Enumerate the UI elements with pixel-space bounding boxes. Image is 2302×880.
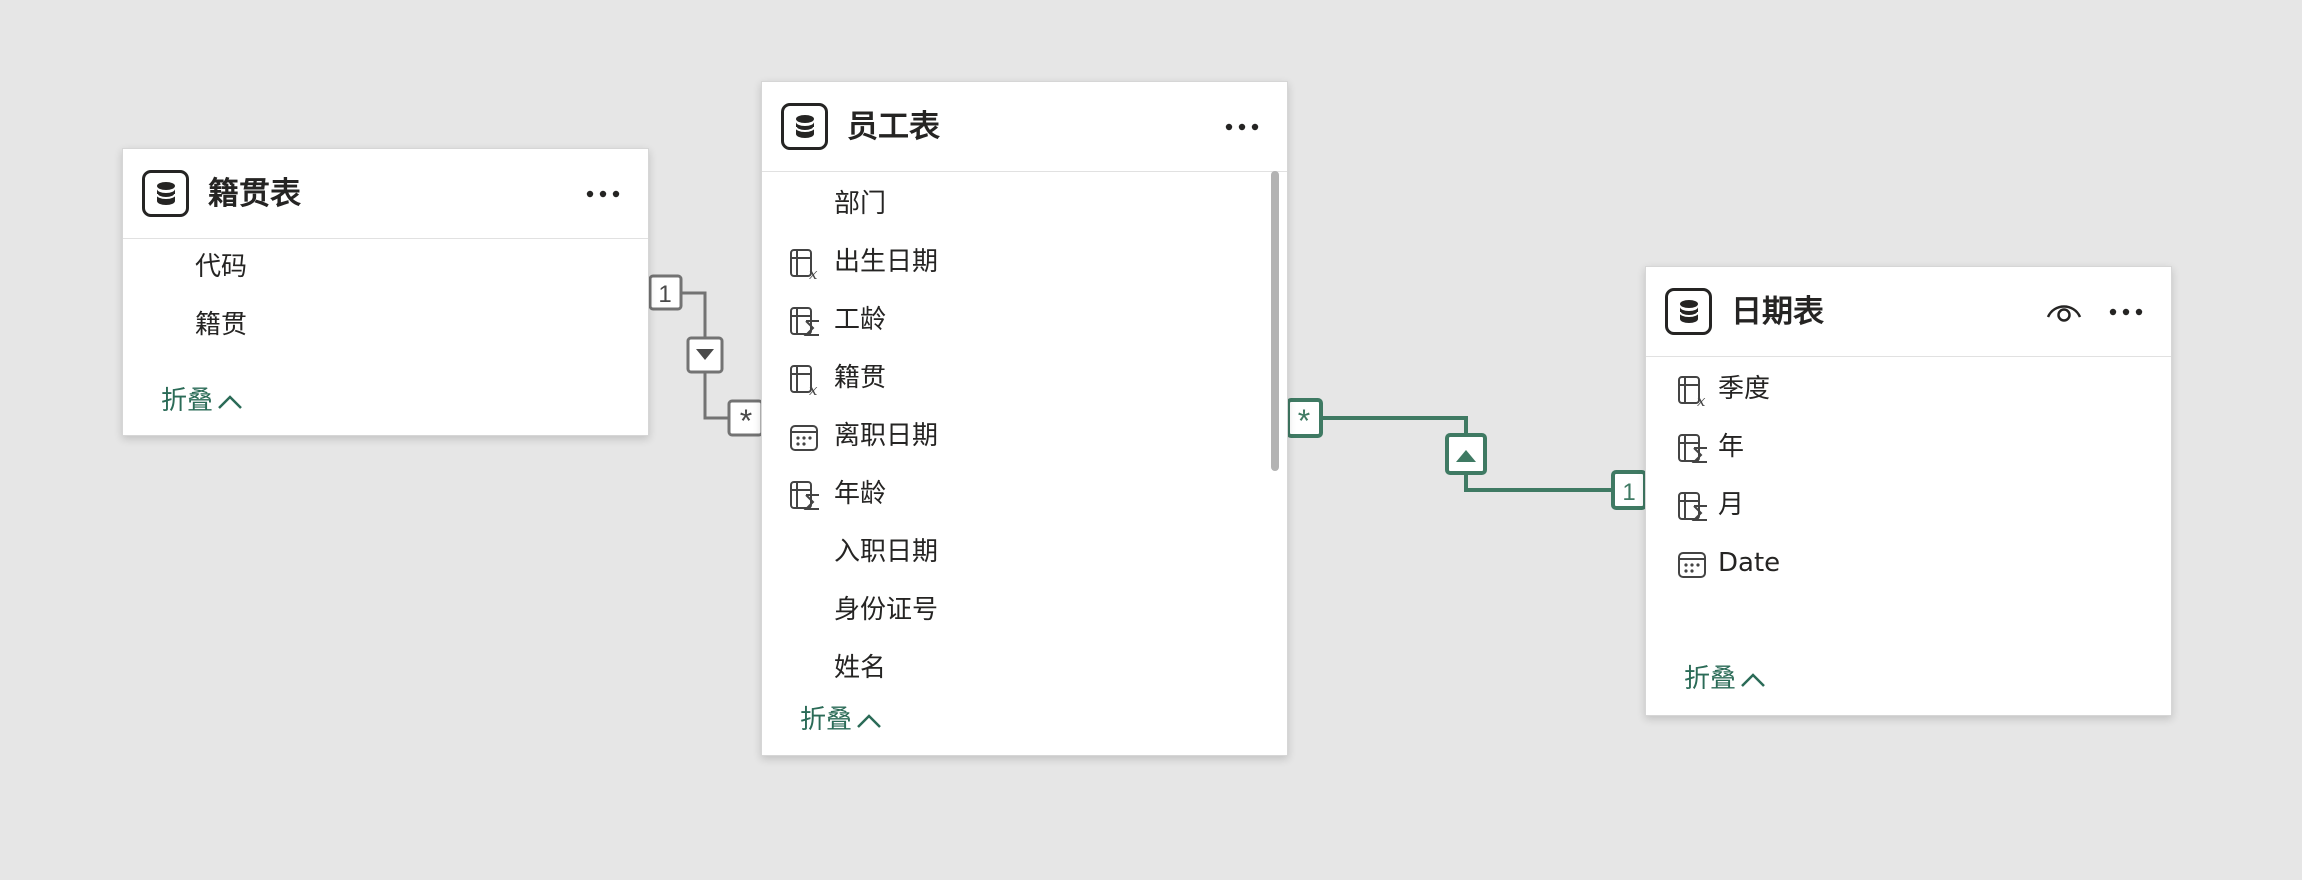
model-canvas[interactable]: 1 * * 1 籍贯表 代码 籍贯 折叠 员工表 部门 x 出生日期 工龄 x … bbox=[0, 0, 2302, 880]
svg-text:x: x bbox=[809, 265, 818, 281]
field-label: 月 bbox=[1718, 490, 1745, 520]
chevron-up-icon bbox=[218, 394, 242, 409]
calculated-column-icon: x bbox=[790, 249, 818, 281]
field-label: Date bbox=[1718, 548, 1781, 578]
field-row[interactable]: x 出生日期 bbox=[762, 233, 1287, 291]
field-label: 籍贯 bbox=[834, 363, 887, 393]
calculated-measure-icon bbox=[790, 307, 819, 336]
table-card-jiguan[interactable]: 籍贯表 代码 籍贯 折叠 bbox=[122, 148, 649, 436]
field-row[interactable]: x 季度 bbox=[1646, 360, 2171, 418]
collapse-label: 折叠 bbox=[1684, 664, 1737, 694]
field-label: 代码 bbox=[195, 252, 248, 282]
svg-text:x: x bbox=[809, 381, 818, 397]
table-icon bbox=[1665, 288, 1712, 335]
more-icon bbox=[586, 190, 620, 198]
table-card-header[interactable]: 日期表 bbox=[1646, 267, 2171, 357]
field-label: 籍贯 bbox=[195, 310, 248, 340]
relationship-many-marker-label: * bbox=[740, 403, 752, 439]
more-icon bbox=[2109, 308, 2143, 316]
field-row[interactable]: 入职日期 bbox=[762, 523, 1287, 581]
field-row[interactable]: 月 bbox=[1646, 476, 2171, 534]
chevron-up-icon bbox=[857, 713, 881, 728]
collapse-label: 折叠 bbox=[161, 386, 214, 416]
calculated-column-icon: x bbox=[1678, 376, 1706, 408]
table-icon bbox=[142, 170, 189, 217]
table-card-riqi[interactable]: 日期表 x 季度 年 月 Date 折叠 bbox=[1645, 266, 2172, 716]
chevron-up-icon bbox=[1741, 672, 1765, 687]
relationship-one-marker-label: 1 bbox=[1622, 479, 1635, 506]
table-card-header[interactable]: 籍贯表 bbox=[123, 149, 648, 239]
collapse-button[interactable]: 折叠 bbox=[1684, 663, 1766, 695]
field-label: 出生日期 bbox=[834, 247, 939, 277]
field-row[interactable]: 身份证号 bbox=[762, 581, 1287, 639]
table-card-yuangong[interactable]: 员工表 部门 x 出生日期 工龄 x 籍贯 离职日期 年龄 入职日期 身份证号 … bbox=[761, 81, 1288, 756]
field-label: 年 bbox=[1718, 432, 1745, 462]
calculated-column-icon: x bbox=[790, 365, 818, 397]
field-label: 身份证号 bbox=[834, 595, 939, 625]
relationship-one-marker-label: 1 bbox=[658, 281, 671, 308]
table-icon bbox=[781, 103, 828, 150]
field-row[interactable]: 籍贯 bbox=[123, 296, 648, 354]
field-row[interactable]: 年龄 bbox=[762, 465, 1287, 523]
table-title: 员工表 bbox=[847, 109, 940, 145]
calendar-icon bbox=[790, 425, 818, 451]
svg-text:x: x bbox=[1697, 392, 1706, 408]
relationship-jiguan-yuangong[interactable]: 1 * bbox=[648, 274, 764, 439]
visibility-toggle-button[interactable] bbox=[2042, 295, 2086, 329]
field-label: 年龄 bbox=[834, 479, 887, 509]
collapse-label: 折叠 bbox=[800, 705, 853, 735]
field-row[interactable]: 代码 bbox=[123, 238, 648, 296]
field-row[interactable]: Date bbox=[1646, 534, 2171, 592]
field-label: 入职日期 bbox=[834, 537, 939, 567]
field-label: 季度 bbox=[1718, 374, 1771, 404]
more-options-button[interactable] bbox=[579, 179, 627, 209]
collapse-button[interactable]: 折叠 bbox=[161, 385, 243, 417]
more-options-button[interactable] bbox=[1218, 112, 1266, 142]
eye-icon bbox=[2046, 305, 2082, 322]
field-label: 部门 bbox=[834, 189, 887, 219]
collapse-button[interactable]: 折叠 bbox=[800, 704, 883, 736]
calculated-measure-icon bbox=[1678, 434, 1707, 463]
table-title: 籍贯表 bbox=[208, 176, 301, 212]
more-icon bbox=[1225, 123, 1259, 131]
relationship-yuangong-riqi[interactable]: * 1 bbox=[1286, 398, 1647, 510]
calendar-icon bbox=[1678, 552, 1706, 578]
field-row[interactable]: 年 bbox=[1646, 418, 2171, 476]
field-row[interactable]: 姓名 bbox=[762, 639, 1287, 697]
table-card-header[interactable]: 员工表 bbox=[762, 82, 1287, 172]
field-label: 工龄 bbox=[834, 305, 887, 335]
more-options-button[interactable] bbox=[2102, 297, 2150, 327]
calculated-measure-icon bbox=[1678, 492, 1707, 521]
relationship-many-marker-label: * bbox=[1298, 403, 1310, 439]
calculated-measure-icon bbox=[790, 481, 819, 510]
field-label: 离职日期 bbox=[834, 421, 939, 451]
table-title: 日期表 bbox=[1731, 294, 1824, 330]
field-row[interactable]: 部门 bbox=[762, 175, 1287, 233]
field-row[interactable]: x 籍贯 bbox=[762, 349, 1287, 407]
field-row[interactable]: 离职日期 bbox=[762, 407, 1287, 465]
field-row[interactable]: 工龄 bbox=[762, 291, 1287, 349]
field-label: 姓名 bbox=[834, 653, 887, 683]
